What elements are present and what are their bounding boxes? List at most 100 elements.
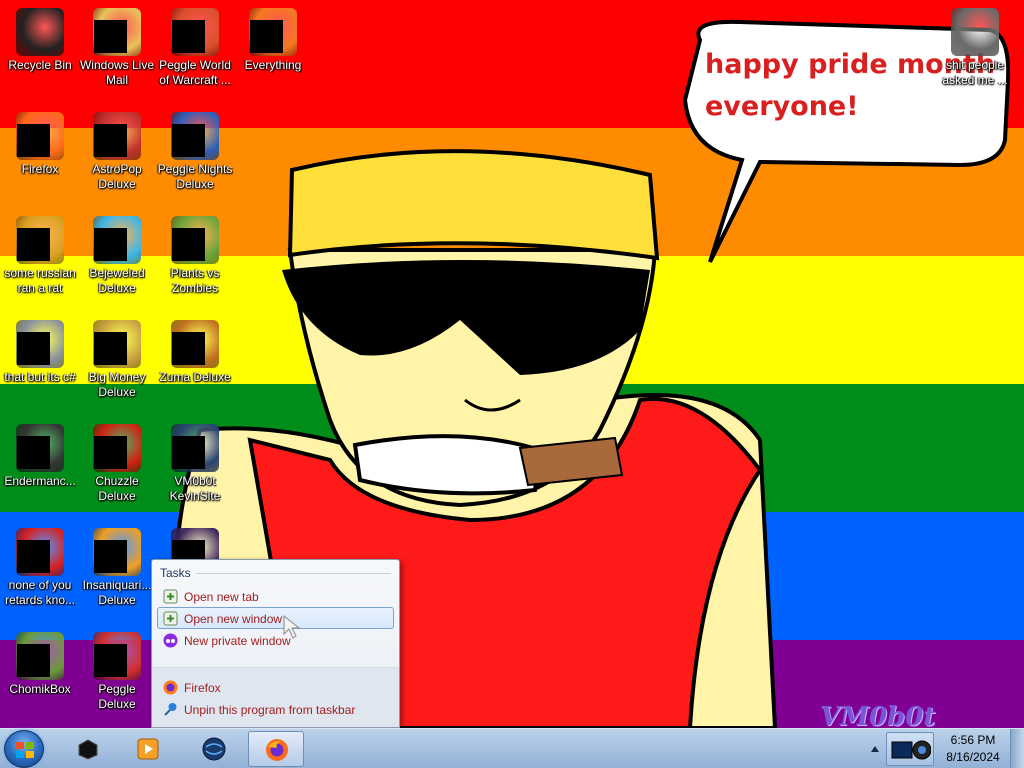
desktop-icon[interactable]: none of you retards kno... [1, 528, 79, 608]
desktop-icon[interactable]: VM0b0t KevinSite [156, 424, 234, 504]
open-new-window-item[interactable]: Open new window [157, 607, 394, 629]
mouse-cursor-icon [283, 614, 301, 639]
desktop-icon[interactable]: Windows Live Mail [78, 8, 156, 88]
unpin-item[interactable]: Unpin this program from taskbar [157, 698, 394, 720]
desktop-icon-label: Firefox [21, 162, 59, 176]
firefox-icon [266, 739, 288, 761]
tray-app-button[interactable] [886, 732, 934, 766]
desktop-icon-label: Everything [244, 58, 302, 72]
desktop-icon-label: AstroPop Deluxe [92, 162, 142, 191]
show-desktop-button[interactable] [1010, 729, 1024, 768]
desktop-icon-label: Zuma Deluxe [159, 370, 231, 384]
desktop-icon-label: Peggle World of Warcraft ... [159, 58, 231, 87]
redaction-box [94, 540, 127, 573]
new-private-window-item[interactable]: New private window [157, 629, 394, 651]
desktop-icon-label: Insaniquari... Deluxe [82, 578, 152, 607]
redaction-box [17, 332, 50, 365]
new-window-icon [163, 611, 178, 626]
taskbar-app-browser[interactable] [186, 731, 242, 767]
redaction-box [172, 20, 205, 53]
redaction-box [172, 332, 205, 365]
stacked-windows-icon [16, 320, 64, 368]
money-bag-icon [93, 320, 141, 368]
taskbar-app-media[interactable] [120, 731, 176, 767]
redaction-box [17, 228, 50, 261]
peggle-wow-icon [171, 8, 219, 56]
desktop-icon[interactable]: shit people asked me ... [936, 8, 1014, 88]
open-new-tab-item[interactable]: Open new tab [157, 585, 394, 607]
desktop-icon-label: none of you retards kno... [4, 578, 76, 607]
system-clock[interactable]: 6:56 PM 8/16/2024 [938, 732, 1008, 766]
show-hidden-icons-icon[interactable] [870, 744, 880, 754]
teeth [352, 434, 543, 496]
redaction-box [250, 20, 283, 53]
desktop-icon[interactable]: Firefox [1, 112, 79, 177]
desktop-icon-label: Plants vs Zombies [170, 266, 220, 295]
desktop-icon[interactable]: Endermanc... [1, 424, 79, 489]
redaction-box [94, 332, 127, 365]
desktop-icon[interactable]: ChomikBox [1, 632, 79, 697]
taskbar-app-firefox[interactable] [248, 731, 304, 767]
desktop-icon-label: Peggle Nights Deluxe [157, 162, 233, 191]
desktop-icon[interactable]: Peggle World of Warcraft ... [156, 8, 234, 88]
desktop-icon-label: Chuzzle Deluxe [95, 474, 139, 503]
desktop-icon[interactable]: Big Money Deluxe [78, 320, 156, 400]
desktop-icon[interactable]: Chuzzle Deluxe [78, 424, 156, 504]
start-button[interactable] [4, 730, 44, 768]
desktop-icon-label: Bejeweled Deluxe [89, 266, 145, 295]
desktop-icon-label: Recycle Bin [8, 58, 72, 72]
redaction-box [94, 124, 127, 157]
firefox-icon [163, 680, 178, 695]
desktop-icon[interactable]: Bejeweled Deluxe [78, 216, 156, 296]
yellow-hat [287, 149, 660, 261]
clock-time: 6:56 PM [950, 733, 996, 747]
desktop-icon[interactable]: Everything [234, 8, 312, 73]
desktop-icon[interactable]: AstroPop Deluxe [78, 112, 156, 192]
redaction-box [17, 124, 50, 157]
redaction-box [17, 644, 50, 677]
header-divider [196, 573, 391, 574]
media-player-icon [137, 738, 159, 760]
desktop-icon-label: shit people asked me ... [942, 58, 1008, 87]
search-magnifier-icon [249, 8, 297, 56]
desktop-icon-label: Endermanc... [4, 474, 76, 488]
redaction-box [94, 436, 127, 469]
jump-list-app-item[interactable]: Firefox [157, 676, 394, 698]
desktop-icon-label: Big Money Deluxe [88, 370, 146, 399]
chuzzle-icon [93, 424, 141, 472]
new-tab-icon [163, 589, 178, 604]
desktop-icon[interactable]: Insaniquari... Deluxe [78, 528, 156, 608]
desktop-icon-label: ChomikBox [9, 682, 71, 696]
rat-app-icon [16, 216, 64, 264]
unpin-icon [164, 703, 177, 716]
redaction-box [17, 540, 50, 573]
desktop-icon[interactable]: Recycle Bin [1, 8, 79, 73]
desktop-icon[interactable]: some russian ran a rat [1, 216, 79, 296]
chomikbox-icon [16, 632, 64, 680]
private-window-icon [163, 633, 178, 648]
desktop-icon-label: VM0b0t KevinSite [169, 474, 221, 503]
website-icon [171, 424, 219, 472]
redaction-box [94, 20, 127, 53]
taskbar-app-recycle[interactable] [60, 731, 116, 767]
clock-date: 8/16/2024 [946, 750, 1000, 764]
firefox-jump-list: Tasks Open new tab Open new window New p… [151, 559, 400, 728]
desktop-icon[interactable]: that but its c# [1, 320, 79, 385]
jump-list-app-label: Firefox [184, 681, 221, 695]
desktop-icon-label: some russian ran a rat [4, 266, 76, 295]
redaction-box [94, 644, 127, 677]
desktop-icon[interactable]: Plants vs Zombies [156, 216, 234, 296]
peggle-nights-icon [171, 112, 219, 160]
mail-icon [93, 8, 141, 56]
astropop-icon [93, 112, 141, 160]
peggle-icon [93, 632, 141, 680]
vm-monitor-icon [891, 740, 931, 760]
jump-list-header: Tasks [160, 566, 191, 580]
unpin-label: Unpin this program from taskbar [184, 703, 356, 717]
desktop-icon[interactable]: Zuma Deluxe [156, 320, 234, 385]
desktop-icon[interactable]: Peggle Deluxe [78, 632, 156, 712]
open-new-window-label: Open new window [184, 612, 283, 626]
desktop-icon-label: that but its c# [4, 370, 76, 384]
desktop-icon[interactable]: Peggle Nights Deluxe [156, 112, 234, 192]
terminal-icon [16, 424, 64, 472]
